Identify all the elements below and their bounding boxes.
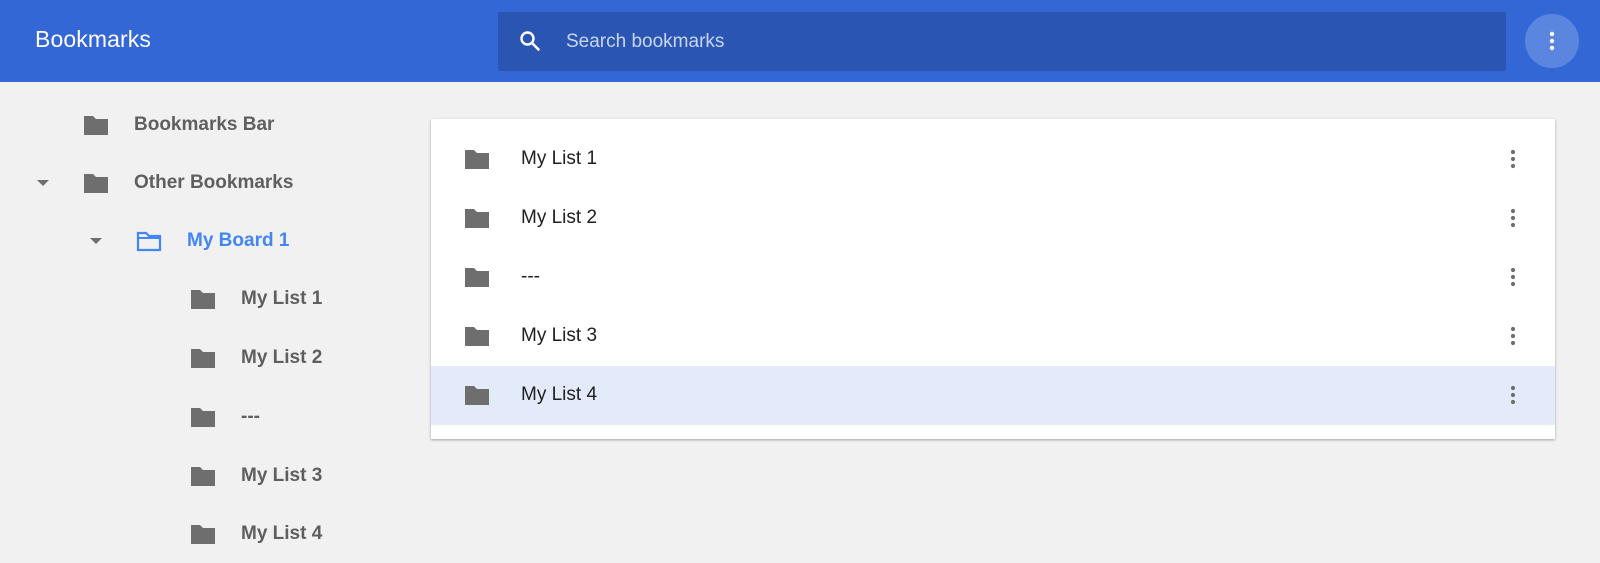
list-item-label: My List 3 [521,325,598,346]
app-header: Bookmarks [0,0,1600,82]
folder-icon [465,327,489,346]
sidebar-item-other-bookmarks[interactable]: Other Bookmarks [82,153,293,212]
folder-icon [465,386,489,405]
more-vertical-icon[interactable] [1501,206,1525,230]
sidebar-item-label: --- [241,405,260,427]
search-icon [520,31,540,51]
folder-icon [465,209,489,228]
folder-icon [191,348,215,368]
search-input[interactable] [566,12,1486,71]
sidebar-item-my-list-2[interactable]: My List 2 [189,328,322,387]
page-title: Bookmarks [35,26,151,52]
folder-icon [191,466,215,486]
list-item-label: My List 2 [521,207,598,228]
sidebar-item-label: Bookmarks Bar [134,113,275,135]
bookmark-list-card: My List 1 My List 2 --- My List 3 My Lis… [431,119,1555,439]
list-item[interactable]: My List 2 [431,189,1555,248]
more-options-button[interactable] [1525,14,1579,68]
folder-icon [465,150,489,169]
folder-icon [191,289,215,309]
sidebar-item-label: My List 4 [241,522,323,544]
folder-icon [191,524,215,544]
search-bar[interactable] [498,12,1506,71]
list-item-label: My List 1 [521,148,598,169]
sidebar-item-label: My Board 1 [187,229,290,251]
list-item-label: --- [521,266,540,287]
more-vertical-icon[interactable] [1501,147,1525,171]
more-vertical-icon[interactable] [1501,324,1525,348]
sidebar-item-label: Other Bookmarks [134,171,294,193]
list-item[interactable]: --- [431,248,1555,307]
sidebar-item-my-list-4[interactable]: My List 4 [189,504,322,563]
collapse-arrow-icon[interactable] [36,178,50,188]
more-vertical-icon[interactable] [1501,265,1525,289]
sidebar-item-my-list-1[interactable]: My List 1 [189,269,322,328]
collapse-arrow-icon[interactable] [89,236,103,246]
folder-icon [84,173,108,193]
sidebar-item-bookmarks-bar[interactable]: Bookmarks Bar [82,95,274,154]
folder-icon [465,268,489,287]
sidebar-item-label: My List 1 [241,287,323,309]
folder-icon [191,407,215,427]
sidebar-item-label: My List 3 [241,464,323,486]
list-item[interactable]: My List 1 [431,130,1555,189]
list-item[interactable]: My List 3 [431,307,1555,366]
list-item[interactable]: My List 4 [431,366,1555,425]
sidebar-item-my-list-3[interactable]: My List 3 [189,446,322,505]
folder-tree: Bookmarks Bar Other Bookmarks My Board 1… [0,82,420,563]
more-vertical-icon [1549,31,1555,51]
list-item-label: My List 4 [521,384,598,405]
more-vertical-icon[interactable] [1501,383,1525,407]
sidebar-item-label: My List 2 [241,346,323,368]
folder-open-icon [136,231,162,251]
sidebar-item-separator[interactable]: --- [189,387,260,446]
folder-icon [84,115,108,135]
sidebar-item-my-board-1[interactable]: My Board 1 [135,211,289,270]
